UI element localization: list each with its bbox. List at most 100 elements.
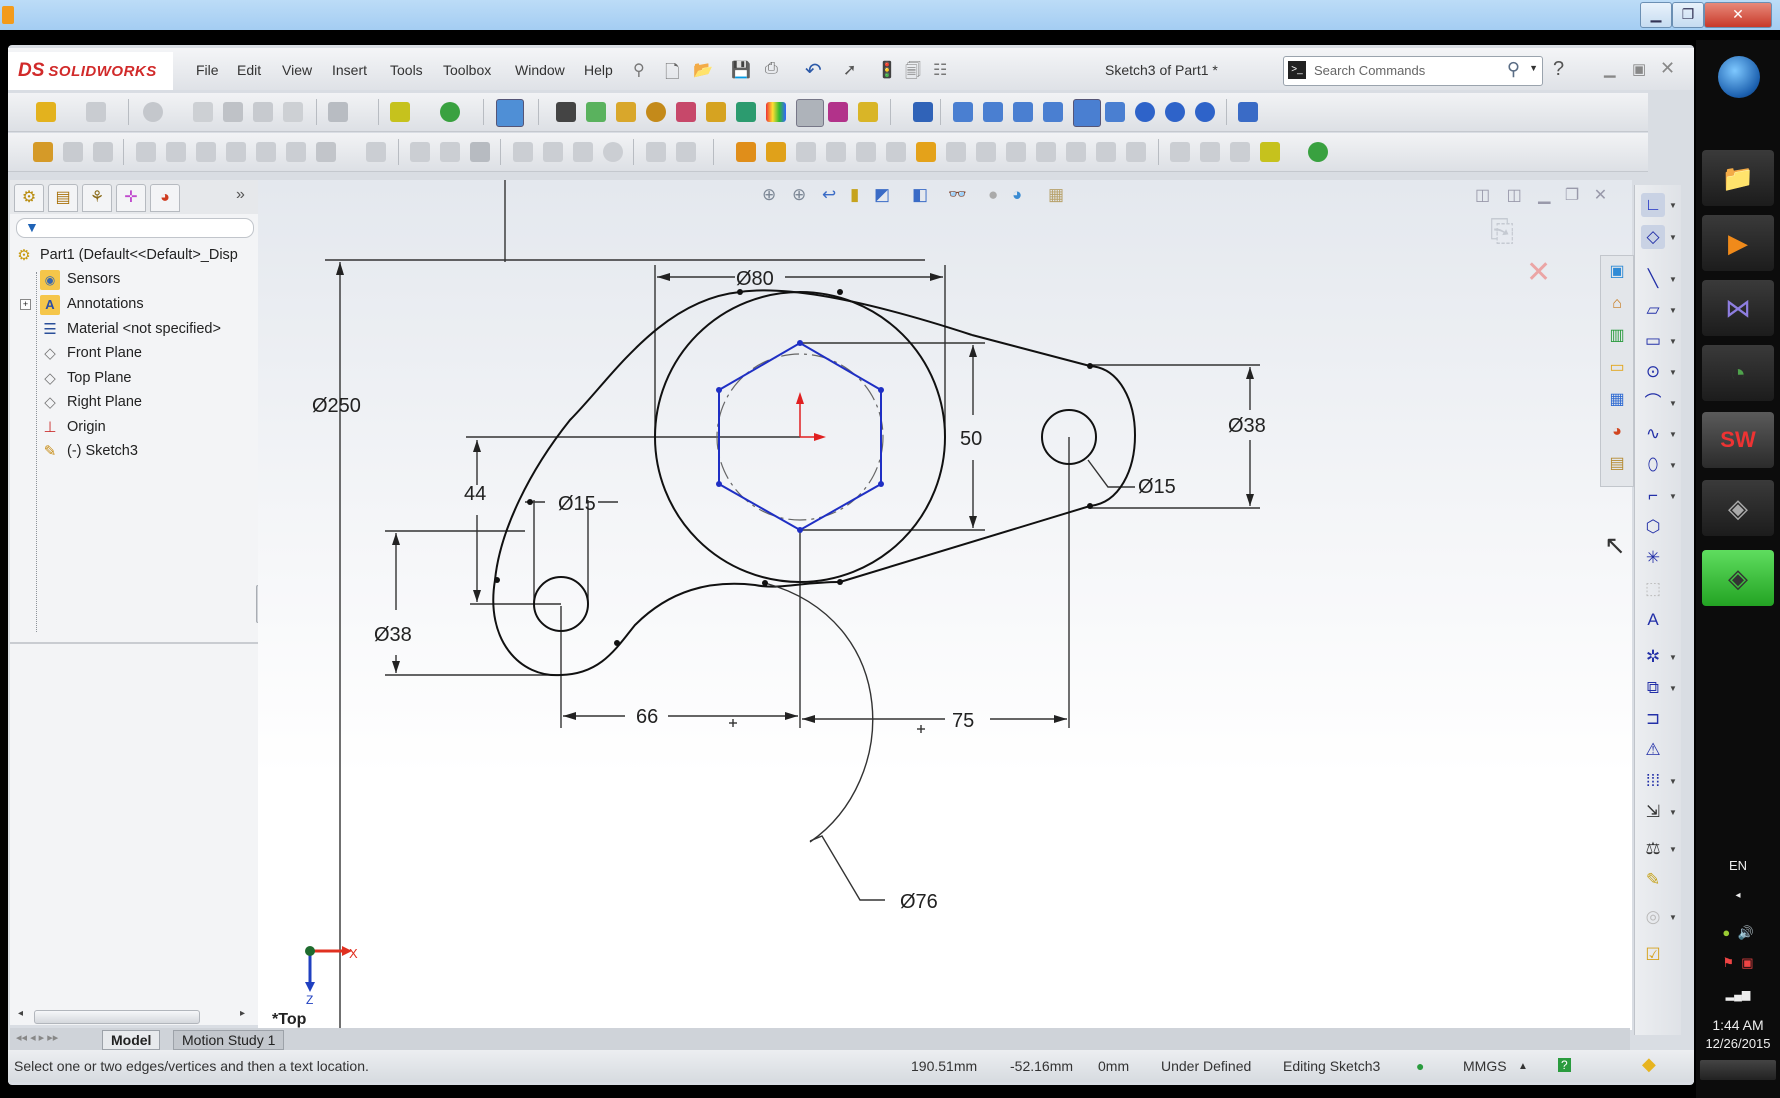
menu-help[interactable]: Help xyxy=(584,62,613,78)
print-icon[interactable]: ⎙ xyxy=(765,60,778,78)
scale-entities-icon[interactable] xyxy=(1096,142,1116,162)
new-document-icon[interactable]: 🗋 xyxy=(665,60,679,90)
menu-insert[interactable]: Insert xyxy=(332,62,367,78)
cancel-sketch-icon[interactable]: ✕ xyxy=(1526,255,1551,290)
offset-entities-icon[interactable] xyxy=(826,142,846,162)
measure-icon[interactable] xyxy=(858,102,878,122)
trimetric-icon[interactable] xyxy=(1165,102,1185,122)
cut-extrude-icon[interactable] xyxy=(136,142,156,162)
tab-display-manager[interactable]: ◕ xyxy=(150,184,180,212)
menu-tools[interactable]: Tools xyxy=(390,62,423,78)
view-orientation-icon[interactable]: ◩ xyxy=(874,185,890,205)
linear-pattern-icon[interactable] xyxy=(946,142,966,162)
rib-icon[interactable] xyxy=(256,142,276,162)
undo-icon[interactable]: ↶ xyxy=(805,58,822,83)
shell-icon[interactable] xyxy=(286,142,306,162)
circular-pattern-icon[interactable] xyxy=(976,142,996,162)
pattern-sketch-icon[interactable]: ⁞⁞⁞ xyxy=(1641,769,1665,793)
split-icon[interactable] xyxy=(573,142,593,162)
solidworks-resources-icon[interactable]: ▣ xyxy=(1605,260,1629,284)
quick-snaps-icon[interactable] xyxy=(1200,142,1220,162)
view-back-icon[interactable] xyxy=(983,102,1003,122)
view-top-icon[interactable] xyxy=(1073,99,1101,127)
clock-time[interactable]: 1:44 AM xyxy=(1696,1017,1780,1033)
dimension-75[interactable]: 75 xyxy=(952,710,974,732)
fillet-sketch-icon[interactable]: ⌐ xyxy=(1641,484,1665,508)
zoom-to-area-icon[interactable]: ⊕ xyxy=(792,185,806,205)
upper-tangent-extension[interactable] xyxy=(971,334,1091,367)
upper-tangent-line[interactable] xyxy=(739,289,973,336)
offset-icon[interactable]: ⊐ xyxy=(1641,707,1665,731)
point-icon[interactable]: ✳ xyxy=(1641,546,1665,570)
extrude-icon[interactable] xyxy=(143,102,163,122)
dimxpert-icon[interactable] xyxy=(736,102,756,122)
copy-entities-icon[interactable] xyxy=(1036,142,1056,162)
dimension-toolbar2-icon[interactable] xyxy=(1260,142,1280,162)
viewport-restore-icon[interactable]: ❐ xyxy=(1565,187,1579,204)
apply-scene-icon[interactable]: ◕ xyxy=(1012,185,1022,205)
tab-configuration-manager[interactable]: ⚘ xyxy=(82,184,112,212)
taskbar-recorder-active[interactable]: ◈ xyxy=(1702,550,1774,606)
motion-icon[interactable] xyxy=(586,102,606,122)
dimension-44[interactable]: 44 xyxy=(464,483,486,505)
tree-horizontal-scrollbar[interactable]: ◂ ▸ xyxy=(18,1008,250,1024)
analysis-icon[interactable] xyxy=(676,102,696,122)
volume-icon[interactable]: 🔊 xyxy=(1737,925,1753,940)
os-restore-button[interactable]: ❐ xyxy=(1672,2,1704,28)
app-restore-button[interactable]: ▣ xyxy=(1632,60,1646,78)
color-icon[interactable] xyxy=(766,102,786,122)
dimension-15-right[interactable]: Ø15 xyxy=(1138,476,1176,498)
normal-to-icon[interactable] xyxy=(913,102,933,122)
save-icon[interactable]: 💾 xyxy=(731,60,751,80)
smart-dimension-sketch-icon[interactable]: ◇ xyxy=(1641,225,1665,249)
quick-tips-icon[interactable]: ? xyxy=(1558,1058,1571,1072)
split-horizontal-icon[interactable]: ◫ xyxy=(1475,187,1490,204)
fillet-icon[interactable] xyxy=(196,142,216,162)
tree-node-top-plane[interactable]: ◇ Top Plane xyxy=(10,367,258,391)
tab-dimxpert-manager[interactable]: ✛ xyxy=(116,184,146,212)
file-explorer-icon[interactable]: ▥ xyxy=(1605,324,1629,348)
wrap-icon[interactable] xyxy=(410,142,430,162)
assembly-icon[interactable] xyxy=(223,102,243,122)
signal-icon[interactable]: ▂▄▆ xyxy=(1696,988,1780,1001)
curve-icon[interactable] xyxy=(440,102,460,122)
add-relation-icon[interactable] xyxy=(766,142,786,162)
tree-node-annotations[interactable]: + A Annotations xyxy=(10,293,258,317)
chamfer-icon[interactable] xyxy=(226,142,246,162)
start-button[interactable] xyxy=(1718,56,1760,98)
scale-icon[interactable] xyxy=(646,142,666,162)
app-close-button[interactable]: ✕ xyxy=(1660,58,1675,79)
menu-view[interactable]: View xyxy=(282,62,312,78)
explode-icon[interactable] xyxy=(283,102,303,122)
network-status-icon[interactable]: ▣ xyxy=(1741,955,1753,970)
sketch-picture-icon[interactable]: ☑ xyxy=(1641,943,1665,967)
mirror-icon[interactable]: ⚠ xyxy=(1641,738,1665,762)
select-arrow-icon[interactable]: ➚ xyxy=(843,60,856,80)
search-dropdown-icon[interactable]: ▼ xyxy=(1529,63,1538,73)
scroll-left-arrow[interactable]: ◂ xyxy=(18,1008,23,1019)
freeform-icon[interactable] xyxy=(676,142,696,162)
os-minimize-button[interactable]: ▁ xyxy=(1640,2,1672,28)
taskbar-recorder[interactable]: ◈ xyxy=(1702,480,1774,536)
view-front-icon[interactable] xyxy=(953,102,973,122)
link-view-icon[interactable] xyxy=(1238,102,1258,122)
taskbar-visual-studio[interactable]: ⋈ xyxy=(1702,280,1774,336)
trim-entities-icon[interactable] xyxy=(886,142,906,162)
display-relations-icon[interactable]: ⚖ xyxy=(1641,837,1665,861)
app-minimize-button[interactable]: ▁ xyxy=(1604,60,1616,78)
revolve-icon[interactable] xyxy=(63,142,83,162)
dimension-66[interactable]: 66 xyxy=(636,706,658,728)
folder-icon[interactable]: ▭ xyxy=(1605,356,1629,380)
repair-icon[interactable]: ✎ xyxy=(1641,868,1665,892)
menu-toolbox[interactable]: Toolbox xyxy=(443,62,491,78)
toolbox-icon[interactable] xyxy=(796,99,824,127)
view-left-icon[interactable] xyxy=(1013,102,1033,122)
tree-node-sensors[interactable]: ◉ Sensors xyxy=(10,268,258,292)
solidworks-logo[interactable]: DS SOLIDWORKS xyxy=(8,52,173,90)
stretch-entities-icon[interactable] xyxy=(1126,142,1146,162)
expand-tabs-button[interactable]: » xyxy=(236,186,245,204)
display-style-icon[interactable]: ◧ xyxy=(912,185,928,205)
sweep-icon[interactable] xyxy=(93,142,113,162)
text-icon[interactable]: A xyxy=(1641,608,1665,632)
mirror-entities-icon[interactable] xyxy=(856,142,876,162)
